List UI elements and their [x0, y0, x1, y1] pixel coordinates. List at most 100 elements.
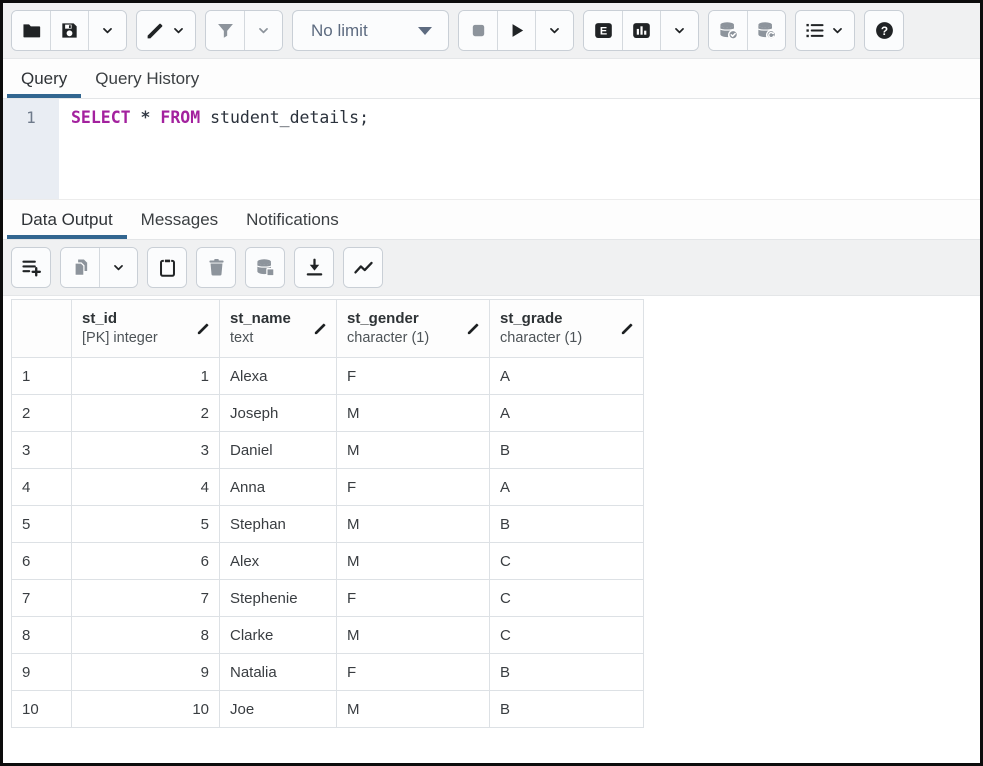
cell-st_name[interactable]: Alex — [219, 542, 337, 580]
cell-st_name[interactable]: Joseph — [219, 394, 337, 432]
column-header-st_id[interactable]: st_id [PK] integer — [71, 299, 220, 358]
copy-options-chevron[interactable] — [99, 248, 137, 287]
folder-icon — [21, 20, 42, 41]
row-number-cell[interactable]: 7 — [11, 579, 72, 617]
column-type: character (1) — [347, 329, 430, 346]
cell-st_id[interactable]: 5 — [71, 505, 220, 543]
delete-row-button[interactable] — [197, 248, 235, 287]
save-file-button[interactable] — [50, 11, 88, 50]
rollback-button[interactable] — [747, 11, 785, 50]
cell-st_gender[interactable]: M — [336, 431, 490, 469]
cell-st_gender[interactable]: M — [336, 542, 490, 580]
cell-st_name[interactable]: Alexa — [219, 357, 337, 395]
cell-st_gender[interactable]: F — [336, 653, 490, 691]
cell-st_grade[interactable]: A — [489, 394, 644, 432]
cell-st_id[interactable]: 10 — [71, 690, 220, 728]
row-limit-select[interactable]: No limit — [292, 10, 449, 51]
cell-st_name[interactable]: Stephan — [219, 505, 337, 543]
cell-st_grade[interactable]: C — [489, 616, 644, 654]
table-row: 8 8 Clarke M C — [11, 616, 644, 654]
column-type: [PK] integer — [82, 329, 158, 346]
explain-button[interactable]: E — [584, 11, 622, 50]
paste-button[interactable] — [148, 248, 186, 287]
cell-st_name[interactable]: Clarke — [219, 616, 337, 654]
cell-st_grade[interactable]: A — [489, 357, 644, 395]
row-number-cell[interactable]: 4 — [11, 468, 72, 506]
cell-st_name[interactable]: Stephenie — [219, 579, 337, 617]
sql-editor[interactable]: 1 SELECT * FROM student_details; — [3, 99, 980, 200]
row-number-cell[interactable]: 5 — [11, 505, 72, 543]
commit-button[interactable] — [709, 11, 747, 50]
cell-st_id[interactable]: 1 — [71, 357, 220, 395]
cell-st_gender[interactable]: M — [336, 690, 490, 728]
row-number-cell[interactable]: 8 — [11, 616, 72, 654]
execute-options-chevron[interactable] — [535, 11, 573, 50]
cell-st_grade[interactable]: B — [489, 505, 644, 543]
cell-st_grade[interactable]: B — [489, 431, 644, 469]
save-results-to-file-button[interactable] — [295, 248, 333, 287]
cell-st_grade[interactable]: B — [489, 653, 644, 691]
cell-st_name[interactable]: Anna — [219, 468, 337, 506]
help-button[interactable]: ? — [865, 11, 903, 50]
tab-query-history[interactable]: Query History — [81, 59, 213, 98]
table-header-row: st_id [PK] integer st_name text st_gender cha… — [11, 299, 644, 358]
tab-query[interactable]: Query — [7, 59, 82, 98]
cell-st_gender[interactable]: M — [336, 616, 490, 654]
cell-st_gender[interactable]: F — [336, 357, 490, 395]
save-options-chevron[interactable] — [88, 11, 126, 50]
cell-st_gender[interactable]: M — [336, 505, 490, 543]
cell-st_id[interactable]: 8 — [71, 616, 220, 654]
cell-st_id[interactable]: 6 — [71, 542, 220, 580]
cell-st_gender[interactable]: M — [336, 394, 490, 432]
cell-st_id[interactable]: 7 — [71, 579, 220, 617]
filter-options-chevron[interactable] — [244, 11, 282, 50]
select-all-corner-cell[interactable] — [11, 299, 72, 358]
column-header-st_name[interactable]: st_name text — [219, 299, 337, 358]
cell-st_gender[interactable]: F — [336, 468, 490, 506]
explain-analyze-button[interactable] — [622, 11, 660, 50]
sql-code-line[interactable]: SELECT * FROM student_details; — [59, 99, 980, 199]
cell-st_name[interactable]: Joe — [219, 690, 337, 728]
cell-st_grade[interactable]: C — [489, 542, 644, 580]
row-number-cell[interactable]: 2 — [11, 394, 72, 432]
row-number-cell[interactable]: 6 — [11, 542, 72, 580]
copy-button[interactable] — [61, 248, 99, 287]
row-number-cell[interactable]: 1 — [11, 357, 72, 395]
results-table: st_id [PK] integer st_name text st_gender cha… — [11, 299, 644, 728]
add-row-button[interactable] — [12, 248, 50, 287]
macros-button[interactable] — [796, 11, 854, 50]
explain-options-chevron[interactable] — [660, 11, 698, 50]
cell-st_grade[interactable]: A — [489, 468, 644, 506]
tab-messages[interactable]: Messages — [127, 200, 232, 239]
cell-st_name[interactable]: Natalia — [219, 653, 337, 691]
edit-column-pencil-icon[interactable] — [466, 321, 481, 336]
open-file-button[interactable] — [12, 11, 50, 50]
cell-st_id[interactable]: 2 — [71, 394, 220, 432]
column-header-st_grade[interactable]: st_grade character (1) — [489, 299, 644, 358]
graph-visualiser-button[interactable] — [344, 248, 382, 287]
cell-st_gender[interactable]: F — [336, 579, 490, 617]
cell-st_grade[interactable]: C — [489, 579, 644, 617]
cell-st_grade[interactable]: B — [489, 690, 644, 728]
edit-column-pencil-icon[interactable] — [620, 321, 635, 336]
cell-st_id[interactable]: 4 — [71, 468, 220, 506]
execute-query-button[interactable] — [497, 11, 535, 50]
edit-options-button[interactable] — [137, 11, 195, 50]
cell-st_name[interactable]: Daniel — [219, 431, 337, 469]
play-icon — [506, 20, 527, 41]
row-number-cell[interactable]: 10 — [11, 690, 72, 728]
edit-column-pencil-icon[interactable] — [313, 321, 328, 336]
row-number-cell[interactable]: 9 — [11, 653, 72, 691]
analyze-badge-icon — [631, 20, 652, 41]
edit-column-pencil-icon[interactable] — [196, 321, 211, 336]
filter-button[interactable] — [206, 11, 244, 50]
cancel-query-button[interactable] — [459, 11, 497, 50]
column-header-st_gender[interactable]: st_gender character (1) — [336, 299, 490, 358]
row-number-cell[interactable]: 3 — [11, 431, 72, 469]
tab-data-output[interactable]: Data Output — [7, 200, 127, 239]
save-data-changes-button[interactable] — [246, 248, 284, 287]
cell-st_id[interactable]: 9 — [71, 653, 220, 691]
cell-st_id[interactable]: 3 — [71, 431, 220, 469]
sql-token-keyword: FROM — [160, 108, 201, 127]
tab-notifications[interactable]: Notifications — [232, 200, 353, 239]
